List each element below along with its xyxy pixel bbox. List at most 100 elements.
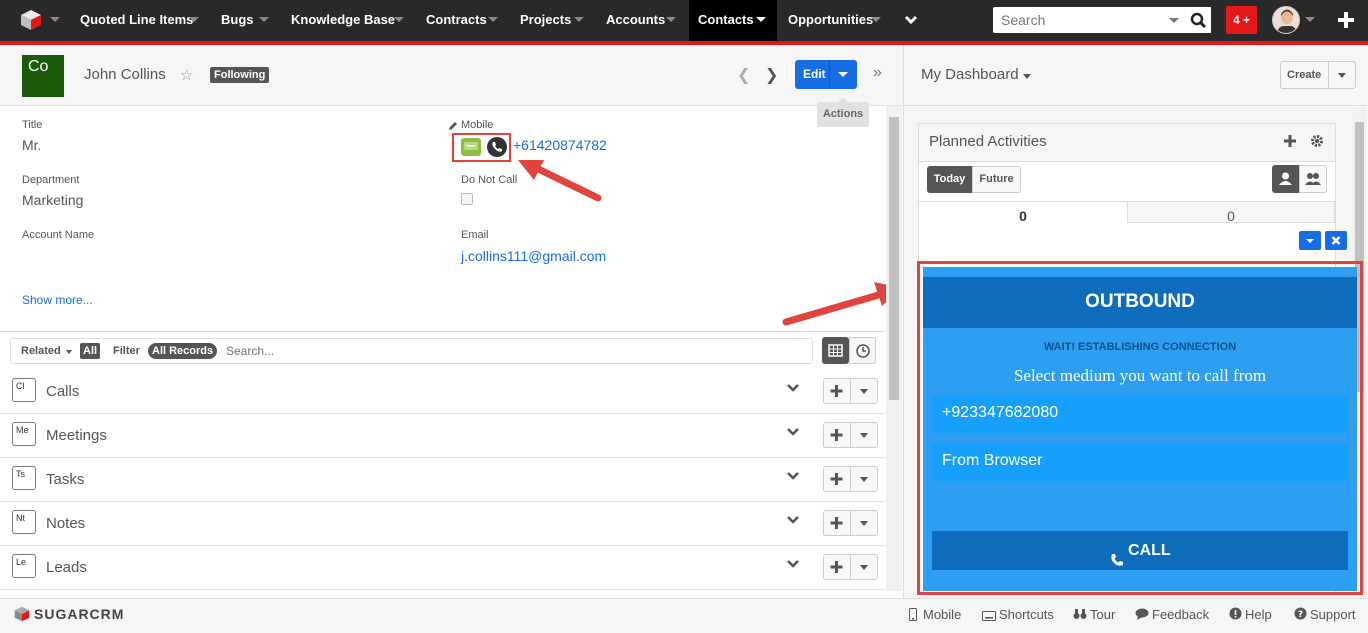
widget-minimize-chevron-icon[interactable] [1299, 231, 1321, 250]
dashboard-chevron-icon[interactable] [1023, 74, 1031, 79]
subpanel-row-notes[interactable]: Nt Notes [0, 502, 885, 546]
list-view-grid-icon[interactable] [822, 337, 849, 364]
sugar-logo-icon[interactable] [20, 9, 42, 31]
actions-dropdown-chevron-icon[interactable] [838, 72, 848, 77]
nav-quoted-line-items-chevron-icon[interactable] [189, 17, 199, 22]
call-button[interactable]: CALL [932, 531, 1348, 570]
subpanel-search-input[interactable] [221, 342, 801, 360]
call-option-browser[interactable]: From Browser [932, 443, 1348, 481]
mobile-value-link[interactable]: +61420874782 [513, 137, 607, 153]
help-info-icon[interactable] [1229, 607, 1242, 623]
global-search-input[interactable] [993, 7, 1185, 33]
nav-bugs[interactable]: Bugs [221, 0, 254, 41]
team-activities-users-icon[interactable] [1299, 165, 1327, 193]
add-note-plus-icon[interactable] [823, 510, 851, 536]
phone-call-icon[interactable] [487, 137, 507, 157]
add-lead-plus-icon[interactable] [823, 554, 851, 580]
create-dashboard-button[interactable]: Create [1280, 61, 1356, 89]
filter-all-records-badge[interactable]: All Records [148, 343, 218, 359]
nav-quoted-line-items[interactable]: Quoted Line Items [80, 0, 193, 41]
toggle-sidebar-double-chevron-icon[interactable]: » [873, 64, 882, 82]
notifications-badge[interactable]: 4 + [1226, 6, 1257, 34]
subpanel-row-tasks[interactable]: Ts Tasks [0, 458, 885, 502]
add-task-plus-icon[interactable] [823, 466, 851, 492]
nav-opportunities[interactable]: Opportunities [788, 0, 873, 41]
footer-shortcuts[interactable]: Shortcuts [999, 607, 1054, 622]
expand-chevron-icon[interactable] [786, 425, 800, 444]
widget-close-icon[interactable] [1325, 231, 1347, 250]
subpanel-actions-chevron-icon[interactable] [850, 466, 878, 492]
footer-mobile[interactable]: Mobile [923, 607, 961, 622]
my-activities-user-icon[interactable] [1272, 165, 1299, 193]
subpanel-actions-chevron-icon[interactable] [850, 554, 878, 580]
sugarcrm-logo-icon[interactable] [14, 606, 30, 625]
email-value-link[interactable]: j.collins111@gmail.com [461, 248, 606, 264]
favorite-star-icon[interactable]: ☆ [180, 66, 193, 84]
mobile-icon[interactable] [909, 608, 917, 624]
do-not-call-checkbox[interactable] [461, 193, 473, 205]
keyboard-icon[interactable] [982, 609, 996, 624]
expand-chevron-icon[interactable] [786, 381, 800, 400]
nav-projects-chevron-icon[interactable] [574, 17, 584, 22]
today-count[interactable]: 0 [919, 201, 1127, 224]
sms-icon[interactable] [461, 138, 481, 156]
related-dropdown[interactable]: Related [21, 345, 61, 357]
subpanel-actions-chevron-icon[interactable] [850, 378, 878, 404]
tab-today[interactable]: Today [927, 166, 972, 193]
show-more-link[interactable]: Show more... [22, 293, 93, 307]
nav-accounts[interactable]: Accounts [606, 0, 665, 41]
record-scrollbar-thumb[interactable] [889, 117, 899, 400]
notes-module-icon: Nt [12, 510, 36, 534]
logo-menu-chevron-icon[interactable] [50, 17, 60, 22]
expand-chevron-icon[interactable] [786, 557, 800, 576]
quick-create-plus-icon[interactable] [1336, 8, 1356, 32]
department-value[interactable]: Marketing [22, 192, 83, 208]
future-count[interactable]: 0 [1127, 201, 1335, 224]
title-value[interactable]: Mr. [22, 137, 41, 153]
call-option-phone[interactable]: +923347682080 [932, 395, 1348, 433]
add-meeting-plus-icon[interactable] [823, 422, 851, 448]
dashlet-add-plus-icon[interactable] [1283, 134, 1297, 151]
pencil-icon[interactable] [448, 119, 458, 134]
nav-projects[interactable]: Projects [520, 0, 571, 41]
related-chevron-icon[interactable] [66, 350, 72, 354]
next-record-chevron-icon[interactable]: ❯ [765, 65, 778, 85]
user-menu-chevron-icon[interactable] [1305, 17, 1315, 22]
related-all-badge[interactable]: All [80, 343, 101, 359]
nav-bugs-chevron-icon[interactable] [259, 17, 269, 22]
nav-accounts-chevron-icon[interactable] [666, 17, 676, 22]
dashlet-settings-gear-icon[interactable] [1310, 134, 1324, 151]
subpanel-row-meetings[interactable]: Me Meetings [0, 414, 885, 458]
subpanel-row-leads[interactable]: Le Leads [0, 546, 885, 590]
search-icon[interactable] [1186, 7, 1211, 33]
subpanel-row-calls[interactable]: Cl Calls [0, 370, 885, 414]
nav-knowledge-base-chevron-icon[interactable] [394, 17, 404, 22]
footer-help[interactable]: Help [1245, 607, 1272, 622]
search-module-chevron-icon[interactable] [1169, 18, 1179, 23]
add-call-plus-icon[interactable] [823, 378, 851, 404]
create-chevron-icon[interactable] [1338, 73, 1346, 78]
expand-chevron-icon[interactable] [786, 513, 800, 532]
nav-contracts-chevron-icon[interactable] [488, 17, 498, 22]
activity-stream-clock-icon[interactable] [849, 337, 876, 364]
edit-button[interactable]: Edit [795, 60, 857, 89]
subpanel-actions-chevron-icon[interactable] [850, 510, 878, 536]
support-question-icon[interactable]: ? [1294, 607, 1307, 623]
footer-feedback[interactable]: Feedback [1152, 607, 1209, 622]
nav-knowledge-base[interactable]: Knowledge Base [291, 0, 395, 41]
nav-more-chevron-icon[interactable] [904, 13, 918, 30]
footer-support[interactable]: Support [1310, 607, 1356, 622]
nav-contracts[interactable]: Contracts [426, 0, 487, 41]
user-avatar[interactable] [1272, 6, 1300, 34]
previous-record-chevron-icon[interactable]: ❮ [737, 65, 750, 85]
nav-opportunities-chevron-icon[interactable] [871, 17, 881, 22]
dashboard-title[interactable]: My Dashboard [921, 66, 1019, 83]
feedback-bubble-icon[interactable] [1135, 608, 1149, 623]
following-badge[interactable]: Following [210, 67, 270, 83]
tab-future[interactable]: Future [972, 166, 1021, 193]
subpanel-actions-chevron-icon[interactable] [850, 422, 878, 448]
expand-chevron-icon[interactable] [786, 469, 800, 488]
tour-binoculars-icon[interactable] [1073, 608, 1087, 623]
footer-tour[interactable]: Tour [1090, 607, 1115, 622]
nav-contacts-chevron-icon[interactable] [756, 17, 766, 22]
